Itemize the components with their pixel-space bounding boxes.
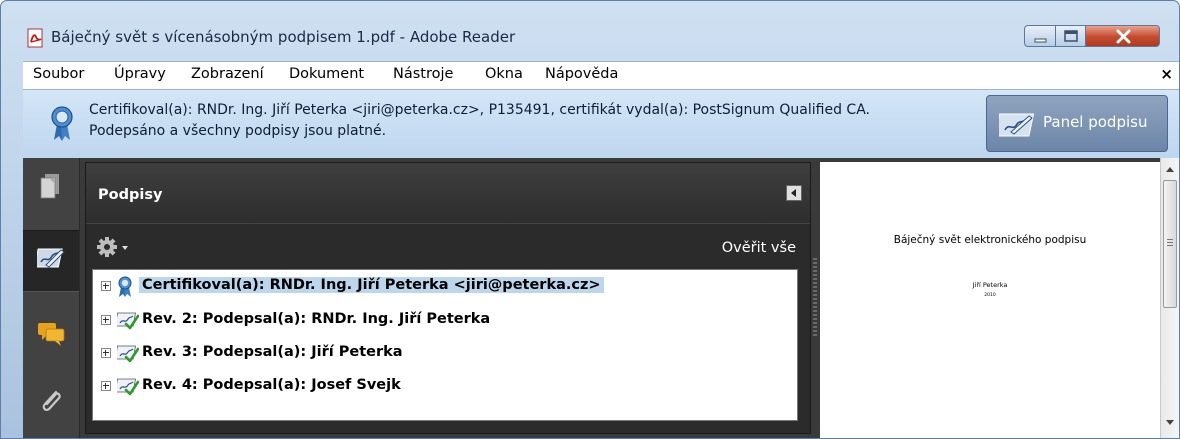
tab-signatures[interactable] (23, 230, 79, 292)
pdf-icon (27, 28, 45, 48)
document-page[interactable]: Báječný svět elektronického podpisu Jiří… (820, 162, 1160, 438)
expand-icon[interactable] (101, 315, 111, 325)
signature-row-rev4[interactable]: Rev. 4: Podepsal(a): Josef Svejk (93, 373, 793, 401)
signature-label: Rev. 3: Podepsal(a): Jiří Peterka (142, 344, 403, 360)
document-author: Jiří Peterka (972, 281, 1008, 289)
valid-signature-icon (114, 310, 140, 334)
expand-icon[interactable] (101, 281, 111, 291)
menu-soubor[interactable]: Soubor (33, 66, 84, 82)
menu-upravy[interactable]: Úpravy (114, 66, 166, 82)
signature-status-banner: Certifikoval(a): RNDr. Ing. Jiří Peterka… (23, 89, 1179, 159)
tab-comments[interactable] (23, 306, 79, 366)
menu-okna[interactable]: Okna (485, 66, 523, 82)
scroll-grip (1167, 239, 1173, 246)
valid-signature-icon (114, 343, 140, 367)
signature-label: Certifikoval(a): RNDr. Ing. Jiří Peterka… (139, 277, 604, 293)
certified-ribbon-icon (51, 106, 73, 146)
scroll-thumb[interactable] (1163, 180, 1177, 308)
signature-pen-icon (994, 112, 1035, 142)
scroll-up-icon[interactable] (1166, 167, 1174, 172)
maximize-button[interactable] (1055, 25, 1086, 47)
signature-panel-button[interactable]: Panel podpisu (986, 95, 1168, 152)
signatures-toolbar: Ověřit vše (86, 223, 810, 270)
signatures-panel-title: Podpisy (98, 187, 163, 203)
scroll-down-icon[interactable] (1166, 420, 1174, 425)
signature-tree: Certifikoval(a): RNDr. Ing. Jiří Peterka… (92, 269, 798, 421)
minimize-icon (1034, 38, 1047, 43)
app-window: Báječný svět s vícenásobným podpisem 1.p… (0, 0, 1180, 439)
vertical-scrollbar[interactable] (1160, 158, 1179, 438)
valid-signature-icon (114, 376, 140, 400)
panel-splitter[interactable] (811, 158, 819, 438)
expand-icon[interactable] (101, 381, 111, 391)
signatures-panel-header: Podpisy (86, 163, 810, 223)
certified-ribbon-icon (117, 276, 133, 302)
verify-all-button[interactable]: Ověřit vše (722, 240, 796, 256)
options-gear-icon[interactable] (96, 236, 132, 262)
menu-bar: Soubor Úpravy Zobrazení Dokument Nástroj… (23, 61, 1179, 90)
certification-info: Certifikoval(a): RNDr. Ing. Jiří Peterka… (89, 102, 870, 118)
signatures-panel: Podpisy Ověřit vše Certifikoval(a): RNDr… (85, 162, 811, 434)
navigation-sidebar (23, 158, 80, 438)
document-close-button[interactable]: × (1160, 65, 1173, 83)
signature-row-rev3[interactable]: Rev. 3: Podepsal(a): Jiří Peterka (93, 340, 793, 368)
splitter-grip (813, 258, 817, 338)
menu-dokument[interactable]: Dokument (289, 66, 364, 82)
signature-row-certification[interactable]: Certifikoval(a): RNDr. Ing. Jiří Peterka… (93, 273, 793, 301)
signature-label: Rev. 4: Podepsal(a): Josef Svejk (142, 377, 401, 393)
paperclip-icon (42, 390, 61, 412)
signature-row-rev2[interactable]: Rev. 2: Podepsal(a): RNDr. Ing. Jiří Pet… (93, 307, 793, 335)
signature-validity-status: Podepsáno a všechny podpisy jsou platné. (89, 123, 387, 139)
title-bar[interactable]: Báječný svět s vícenásobným podpisem 1.p… (1, 1, 1179, 53)
tab-attachments[interactable] (23, 372, 79, 432)
maximize-icon (1064, 30, 1078, 42)
window-title: Báječný svět s vícenásobným podpisem 1.p… (51, 28, 516, 46)
document-title: Báječný svět elektronického podpisu (893, 234, 1087, 246)
collapse-panel-button[interactable] (786, 185, 802, 201)
menu-zobrazeni[interactable]: Zobrazení (191, 66, 264, 82)
expand-icon[interactable] (101, 348, 111, 358)
minimize-button[interactable] (1024, 25, 1056, 47)
close-button[interactable] (1085, 25, 1160, 47)
comments-icon (38, 323, 65, 346)
menu-napoveda[interactable]: Nápověda (545, 66, 618, 82)
signatures-icon (37, 248, 65, 268)
pages-icon (40, 174, 59, 199)
work-area: Podpisy Ověřit vše Certifikoval(a): RNDr… (23, 158, 1179, 438)
signature-panel-label: Panel podpisu (1043, 113, 1148, 131)
menu-nastroje[interactable]: Nástroje (393, 66, 453, 82)
tab-pages[interactable] (23, 158, 79, 218)
signature-label: Rev. 2: Podepsal(a): RNDr. Ing. Jiří Pet… (142, 311, 491, 327)
document-year: 2010 (984, 293, 996, 298)
close-icon (1116, 29, 1131, 44)
